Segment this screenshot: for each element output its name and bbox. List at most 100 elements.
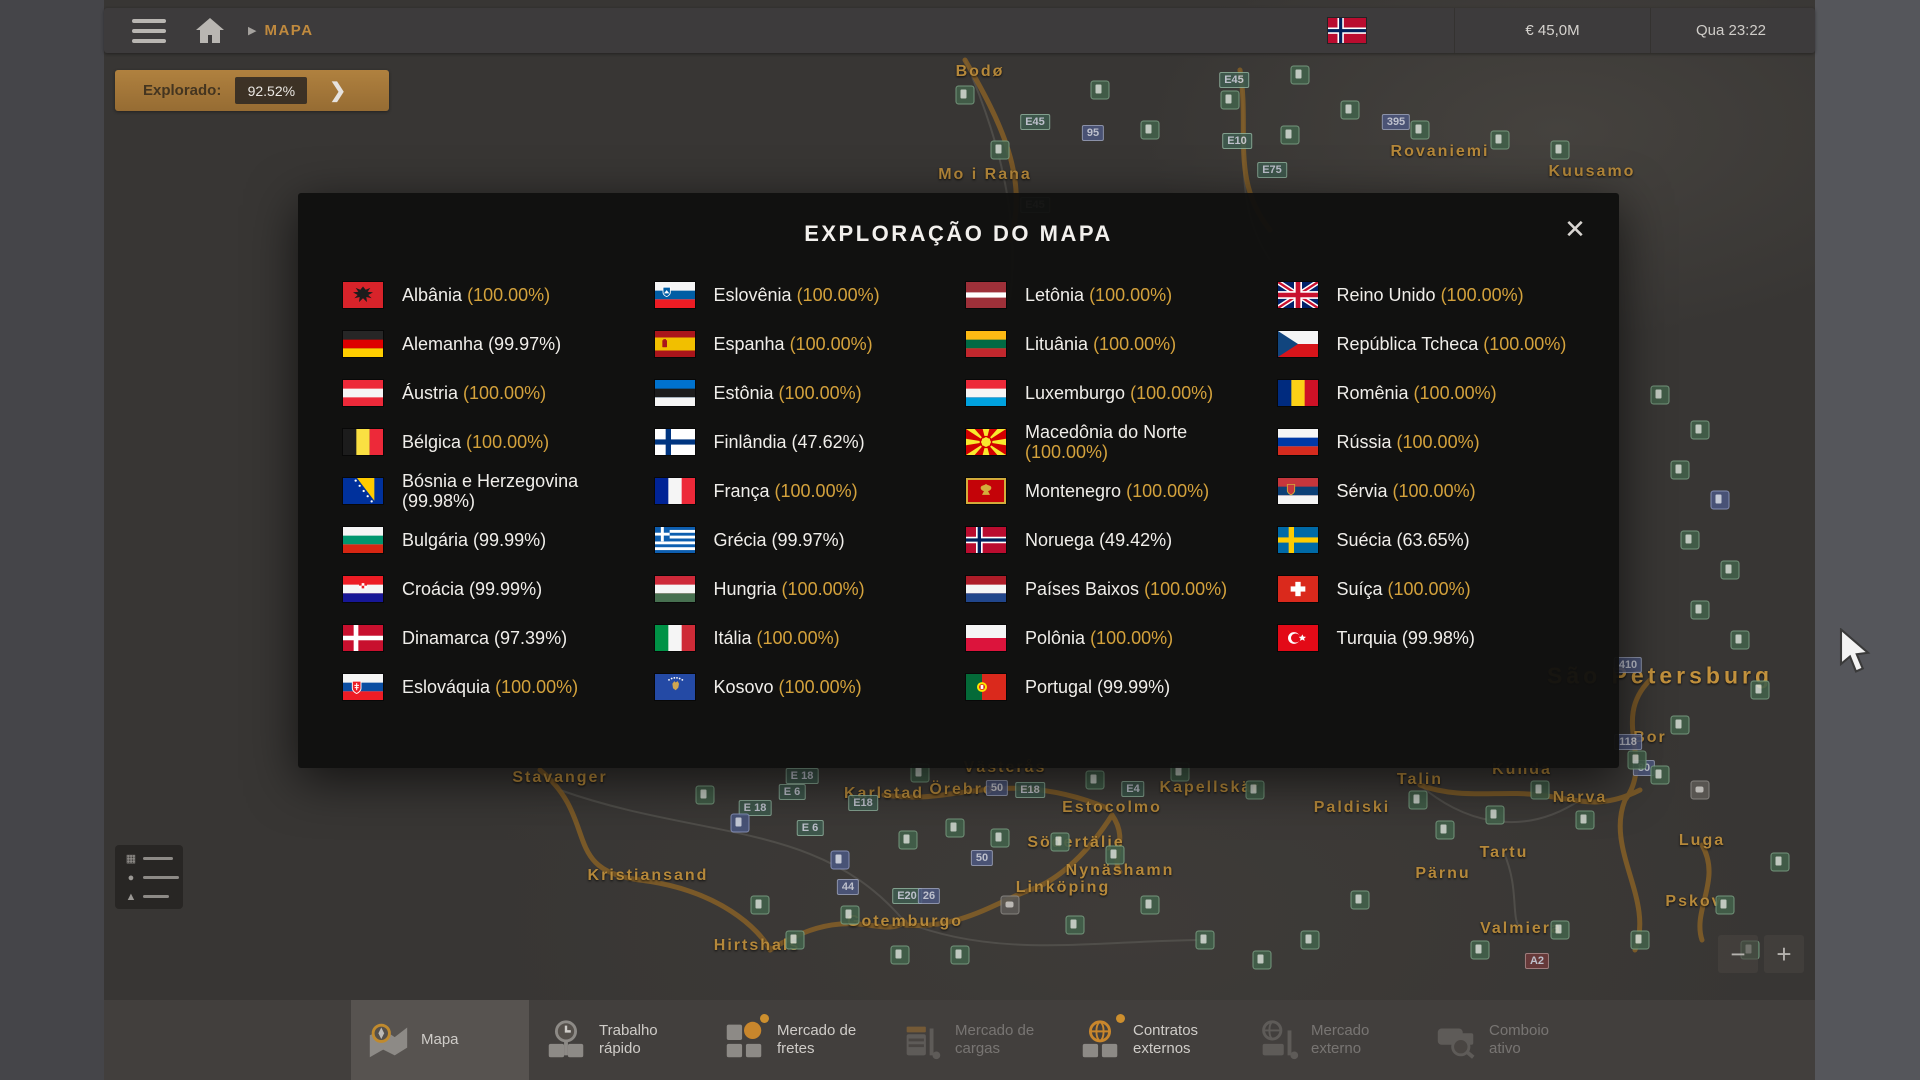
right-letterbox (1815, 0, 1920, 1080)
flag-icon-fr (655, 478, 695, 504)
flag-icon-bg (343, 527, 383, 553)
home-button[interactable] (188, 13, 232, 49)
country-name: Áustria (402, 383, 463, 403)
zoom-out-button[interactable]: − (1718, 935, 1758, 973)
toolbar-item-mercado-de-fretes[interactable]: Mercado de fretes (707, 1000, 885, 1080)
toolbar-item-mapa[interactable]: Mapa (351, 1000, 529, 1080)
city-label: Kuusamo (1549, 163, 1636, 181)
country-row: Finlândia (47.62%) (655, 417, 957, 466)
country-label: Bósnia e Herzegovina (99.98%) (402, 471, 645, 511)
road-shield: E75 (1257, 162, 1287, 178)
legend-square-icon: ▦ (125, 852, 137, 865)
toolbar-item-trabalho-r-pido[interactable]: Trabalho rápido (529, 1000, 707, 1080)
road-shield: 50 (986, 780, 1008, 796)
country-explored-percent: (100.00%) (1126, 481, 1209, 501)
road-shield: 95 (1082, 125, 1104, 141)
flag-icon-si (655, 282, 695, 308)
fuel-station-icon (1771, 853, 1790, 872)
breadcrumb-arrow-icon: ▶ (248, 24, 256, 37)
dialog-title: EXPLORAÇÃO DO MAPA (298, 221, 1619, 247)
toolbar-item-label: Trabalho rápido (599, 1022, 693, 1058)
fuel-station-icon (1716, 896, 1735, 915)
fuel-station-icon (891, 946, 910, 965)
flag-icon-fi (655, 429, 695, 455)
country-explored-percent: (100.00%) (797, 285, 880, 305)
breadcrumb: ▶ MAPA (248, 22, 314, 39)
country-label: Polônia (100.00%) (1025, 628, 1173, 648)
city-label: Talin (1397, 771, 1443, 789)
fuel-station-icon (991, 141, 1010, 160)
country-label: Rússia (100.00%) (1337, 432, 1480, 452)
flag-icon-pt (966, 674, 1006, 700)
country-row: Itália (100.00%) (655, 613, 957, 662)
country-label: Finlândia (47.62%) (714, 432, 865, 452)
game-time: Qua 23:22 (1651, 22, 1811, 39)
road-shield: E45 (1219, 72, 1249, 88)
fuel-station-icon (991, 829, 1010, 848)
map-legend-button[interactable]: ▦ ● ▲ (115, 845, 183, 909)
viewpoint-icon (1691, 781, 1710, 800)
country-explored-percent: (100.00%) (1483, 334, 1566, 354)
explored-value: 92.52% (235, 77, 307, 104)
road-shield: A2 (1525, 953, 1549, 969)
flag-icon-hu (655, 576, 695, 602)
fuel-station-icon (1409, 791, 1428, 810)
flag-icon-mk (966, 429, 1006, 455)
country-label: Países Baixos (100.00%) (1025, 579, 1227, 599)
country-name: Noruega (1025, 530, 1099, 550)
extmarket-icon (1255, 1018, 1301, 1062)
country-row: Macedônia do Norte (100.00%) (966, 417, 1268, 466)
flag-icon-gr (655, 527, 695, 553)
explored-percentage-badge[interactable]: Explorado: 92.52% ❯ (115, 70, 389, 111)
toolbar-item-contratos-externos[interactable]: Contratos externos (1063, 1000, 1241, 1080)
country-row: Alemanha (99.97%) (343, 319, 645, 368)
road-shield: E 6 (779, 784, 806, 800)
country-explored-percent: (100.00%) (1414, 383, 1497, 403)
country-name: Eslováquia (402, 677, 495, 697)
zoom-in-button[interactable]: + (1764, 935, 1804, 973)
country-row: Países Baixos (100.00%) (966, 564, 1268, 613)
rest-stop-icon (731, 814, 750, 833)
cargo-icon (899, 1018, 945, 1062)
country-label: República Tcheca (100.00%) (1337, 334, 1567, 354)
country-explored-percent: (100.00%) (779, 383, 862, 403)
fuel-station-icon (1671, 716, 1690, 735)
country-label: Eslováquia (100.00%) (402, 677, 578, 697)
country-name: Itália (714, 628, 757, 648)
fuel-station-icon (1551, 141, 1570, 160)
flag-icon-ch (1278, 576, 1318, 602)
fuel-station-icon (1196, 931, 1215, 950)
fuel-station-icon (841, 906, 860, 925)
toolbar-item-label: Mercado de cargas (955, 1022, 1049, 1058)
city-label: Narva (1553, 789, 1607, 807)
breadcrumb-label: MAPA (264, 22, 313, 39)
fuel-station-icon (1221, 91, 1240, 110)
country-name: Letônia (1025, 285, 1089, 305)
road-shield: 26 (918, 888, 940, 904)
country-row: Suécia (63.65%) (1278, 515, 1580, 564)
country-label: Romênia (100.00%) (1337, 383, 1497, 403)
fuel-station-icon (1141, 896, 1160, 915)
toolbar-item-label: Comboio ativo (1489, 1022, 1583, 1058)
fuel-station-icon (1341, 101, 1360, 120)
close-icon[interactable]: ✕ (1557, 211, 1593, 247)
road-shield: E 6 (797, 820, 824, 836)
flag-icon-be (343, 429, 383, 455)
country-label: Lituânia (100.00%) (1025, 334, 1176, 354)
country-row: Dinamarca (97.39%) (343, 613, 645, 662)
country-row: Turquia (99.98%) (1278, 613, 1580, 662)
country-explored-percent: (100.00%) (495, 677, 578, 697)
country-name: Bélgica (402, 432, 466, 452)
city-label: Pskov (1665, 893, 1722, 911)
fuel-station-icon (1691, 421, 1710, 440)
city-label: Kristiansand (588, 867, 709, 885)
road-shield: E18 (848, 795, 878, 811)
fuel-station-icon (1551, 921, 1570, 940)
fuel-station-icon (1086, 771, 1105, 790)
country-name: Romênia (1337, 383, 1414, 403)
menu-icon[interactable] (132, 19, 166, 43)
fuel-station-icon (1281, 126, 1300, 145)
bottom-toolbar: Mapa Trabalho rápido Mercado de fretes Merc… (104, 1000, 1815, 1080)
map-icon (365, 1018, 411, 1062)
country-row: Letônia (100.00%) (966, 270, 1268, 319)
